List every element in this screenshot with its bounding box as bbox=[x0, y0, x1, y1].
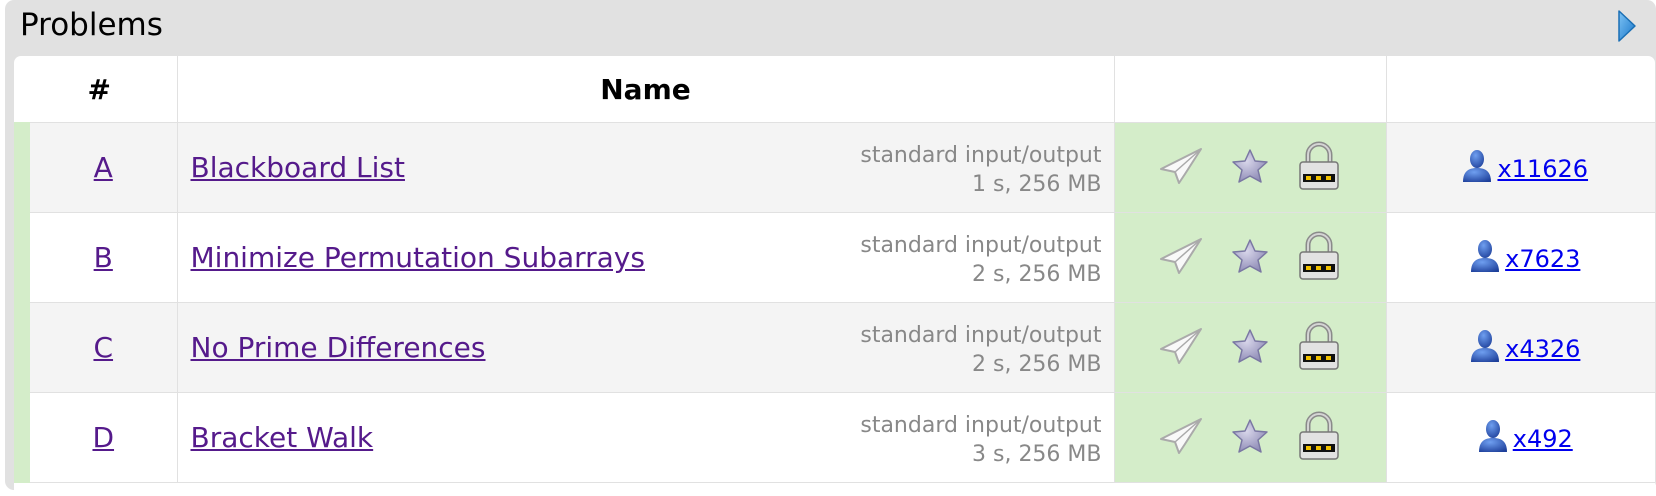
user-icon bbox=[1471, 239, 1500, 272]
io-mode-text: standard input/output bbox=[860, 412, 1102, 438]
problem-name-link[interactable]: No Prime Differences bbox=[191, 331, 486, 364]
table-row: B Minimize Permutation Subarrays standar… bbox=[14, 212, 1655, 303]
panel-title: Problems bbox=[20, 7, 163, 43]
problems-panel: Problems # Name A Blackboard List standa… bbox=[5, 0, 1656, 496]
problem-name-cell: Blackboard List standard input/output 1 … bbox=[176, 122, 1115, 213]
star-icon[interactable] bbox=[1231, 418, 1269, 458]
time-memory-limit-text: 2 s, 256 MB bbox=[972, 261, 1102, 287]
io-mode-text: standard input/output bbox=[860, 232, 1102, 258]
solved-count-cell: x11626 bbox=[1385, 122, 1655, 213]
problem-index-link[interactable]: C bbox=[93, 331, 113, 364]
problem-name-cell: Minimize Permutation Subarrays standard … bbox=[176, 212, 1115, 303]
user-icon bbox=[1463, 149, 1492, 182]
problem-index-link[interactable]: D bbox=[92, 421, 114, 454]
problem-name-cell: Bracket Walk standard input/output 3 s, … bbox=[176, 392, 1115, 483]
problem-limits: standard input/output 1 s, 256 MB bbox=[860, 141, 1101, 199]
star-icon[interactable] bbox=[1231, 238, 1269, 278]
problem-actions-cell bbox=[1113, 122, 1387, 213]
solved-count-link[interactable]: x492 bbox=[1477, 419, 1573, 453]
padlock-icon[interactable] bbox=[1297, 321, 1341, 375]
solved-count-link[interactable]: x7623 bbox=[1469, 239, 1580, 273]
problem-index-link[interactable]: A bbox=[94, 151, 113, 184]
time-memory-limit-text: 1 s, 256 MB bbox=[972, 171, 1102, 197]
solved-count-text: x7623 bbox=[1505, 244, 1581, 273]
solved-count-cell: x7623 bbox=[1385, 212, 1655, 303]
header-index: # bbox=[22, 56, 178, 123]
problems-table-container: # Name A Blackboard List standard input/… bbox=[14, 56, 1655, 496]
user-icon bbox=[1471, 329, 1500, 362]
solved-count-cell: x4326 bbox=[1385, 302, 1655, 393]
solved-count-link[interactable]: x11626 bbox=[1461, 149, 1588, 183]
problem-limits: standard input/output 3 s, 256 MB bbox=[860, 411, 1101, 469]
problem-name-link[interactable]: Blackboard List bbox=[191, 151, 405, 184]
table-row: D Bracket Walk standard input/output 3 s… bbox=[14, 392, 1655, 483]
table-row: A Blackboard List standard input/output … bbox=[14, 122, 1655, 213]
table-header-row: # Name bbox=[22, 56, 1655, 123]
problem-index-cell: C bbox=[14, 302, 178, 393]
problem-index-cell: B bbox=[14, 212, 178, 303]
triangle-right-icon[interactable] bbox=[1617, 9, 1637, 43]
paper-plane-icon[interactable] bbox=[1159, 237, 1203, 279]
paper-plane-icon[interactable] bbox=[1159, 327, 1203, 369]
paper-plane-icon[interactable] bbox=[1159, 147, 1203, 189]
problems-table: # Name A Blackboard List standard input/… bbox=[14, 56, 1655, 483]
problem-name-cell: No Prime Differences standard input/outp… bbox=[176, 302, 1115, 393]
star-icon[interactable] bbox=[1231, 148, 1269, 188]
star-icon[interactable] bbox=[1231, 328, 1269, 368]
padlock-icon[interactable] bbox=[1297, 411, 1341, 465]
header-actions bbox=[1113, 56, 1387, 123]
problem-actions-cell bbox=[1113, 302, 1387, 393]
solved-count-text: x492 bbox=[1512, 424, 1573, 453]
problem-index-cell: A bbox=[14, 122, 178, 213]
problem-actions-cell bbox=[1113, 212, 1387, 303]
paper-plane-icon[interactable] bbox=[1159, 417, 1203, 459]
header-name: Name bbox=[176, 56, 1115, 123]
solved-count-text: x4326 bbox=[1505, 334, 1581, 363]
solved-count-cell: x492 bbox=[1385, 392, 1655, 483]
problem-limits: standard input/output 2 s, 256 MB bbox=[860, 321, 1101, 379]
solved-count-link[interactable]: x4326 bbox=[1469, 329, 1580, 363]
problem-limits: standard input/output 2 s, 256 MB bbox=[860, 231, 1101, 289]
padlock-icon[interactable] bbox=[1297, 231, 1341, 285]
problem-name-link[interactable]: Minimize Permutation Subarrays bbox=[191, 241, 645, 274]
time-memory-limit-text: 2 s, 256 MB bbox=[972, 351, 1102, 377]
problem-index-link[interactable]: B bbox=[94, 241, 113, 274]
problem-actions-cell bbox=[1113, 392, 1387, 483]
user-icon bbox=[1478, 419, 1507, 452]
solved-count-text: x11626 bbox=[1497, 154, 1589, 183]
time-memory-limit-text: 3 s, 256 MB bbox=[972, 441, 1102, 467]
problem-index-cell: D bbox=[14, 392, 178, 483]
io-mode-text: standard input/output bbox=[860, 142, 1102, 168]
table-row: C No Prime Differences standard input/ou… bbox=[14, 302, 1655, 393]
padlock-icon[interactable] bbox=[1297, 141, 1341, 195]
header-solved bbox=[1385, 56, 1655, 123]
problem-name-link[interactable]: Bracket Walk bbox=[191, 421, 374, 454]
io-mode-text: standard input/output bbox=[860, 322, 1102, 348]
